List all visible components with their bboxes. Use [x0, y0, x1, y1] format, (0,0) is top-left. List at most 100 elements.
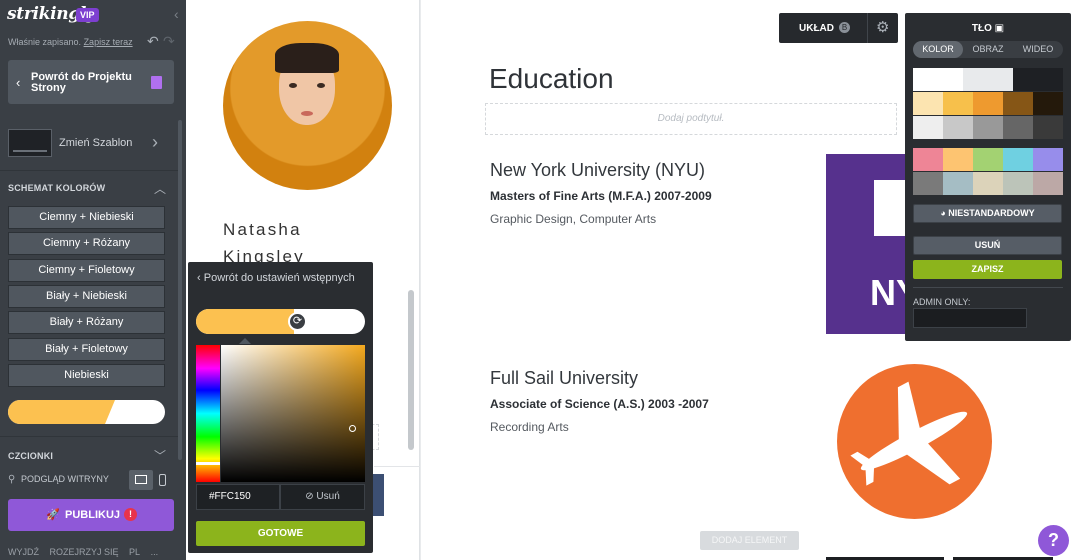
school-name[interactable]: Full Sail University: [490, 368, 709, 389]
template-thumbnail: [8, 129, 52, 157]
layout-button[interactable]: UKŁAD: [799, 23, 834, 34]
custom-color-button[interactable]: ◕ NIESTANDARDOWY: [913, 204, 1062, 223]
scheme-dark-blue[interactable]: Ciemny + Niebieski: [8, 206, 165, 229]
divider: [0, 436, 178, 437]
admin-input[interactable]: [913, 308, 1027, 328]
publish-label: PUBLIKUJ: [65, 509, 121, 521]
color-swatch[interactable]: [973, 148, 1003, 171]
color-swatch[interactable]: [913, 116, 943, 139]
image-icon: ▣: [994, 23, 1005, 34]
color-picker-handle[interactable]: [349, 425, 356, 432]
collapse-sidebar-icon[interactable]: ‹: [174, 6, 179, 22]
remove-background-button[interactable]: USUŃ: [913, 236, 1062, 255]
color-swatch[interactable]: [973, 92, 1003, 115]
pointer-notch: [239, 338, 251, 344]
desktop-preview-icon[interactable]: [129, 470, 153, 490]
scheme-white-purple[interactable]: Biały + Fioletowy: [8, 338, 165, 361]
color-swatch[interactable]: [943, 148, 973, 171]
divider: [867, 13, 868, 43]
hue-slider-handle[interactable]: [196, 462, 220, 465]
color-swatch[interactable]: [973, 116, 1003, 139]
mobile-preview-icon[interactable]: [159, 474, 166, 486]
back-to-project-button[interactable]: ‹ Powrót do Projektu Strony: [8, 60, 174, 104]
refresh-icon[interactable]: ⟳: [288, 312, 307, 331]
color-swatch[interactable]: [913, 148, 943, 171]
save-background-button[interactable]: ZAPISZ: [913, 260, 1062, 279]
tab-image[interactable]: OBRAZ: [963, 41, 1013, 58]
color-swatch[interactable]: [1013, 68, 1063, 91]
hex-input[interactable]: #FFC150: [196, 484, 280, 510]
gear-icon[interactable]: ⚙: [876, 18, 889, 36]
color-swatch[interactable]: [913, 172, 943, 195]
scheme-white-blue[interactable]: Biały + Niebieski: [8, 285, 165, 308]
color-swatch[interactable]: [1033, 92, 1063, 115]
selected-color-bar[interactable]: [196, 309, 365, 334]
alert-badge: !: [124, 508, 137, 521]
vip-badge: VIP: [76, 8, 99, 22]
tab-color[interactable]: KOLOR: [913, 41, 963, 58]
ban-icon: ⊘: [305, 491, 314, 502]
color-swatch[interactable]: [973, 172, 1003, 195]
school-name[interactable]: New York University (NYU): [490, 160, 712, 181]
subtitle-placeholder[interactable]: Dodaj podtytuł.: [485, 103, 897, 135]
sidebar-scrollbar[interactable]: [178, 120, 182, 460]
section-heading[interactable]: Education: [489, 63, 614, 95]
color-swatch[interactable]: [913, 68, 963, 91]
color-swatch[interactable]: [913, 92, 943, 115]
degree[interactable]: Associate of Science (A.S.) 2003 -2007: [490, 397, 709, 411]
background-panel-title: TŁO ▣: [971, 23, 1005, 34]
tab-video[interactable]: WIDEO: [1013, 41, 1063, 58]
undo-icon[interactable]: ↶: [147, 33, 159, 50]
change-template-button[interactable]: Zmień Szablon ›: [8, 127, 174, 161]
tour-link[interactable]: ROZEJRZYJ SIĘ: [50, 547, 119, 557]
scheme-blue[interactable]: Niebieski: [8, 364, 165, 387]
color-schemes-title[interactable]: SCHEMAT KOLORÓW: [8, 183, 105, 193]
divider: [913, 287, 1063, 288]
add-element-button[interactable]: DODAJ ELEMENT: [700, 531, 799, 550]
layout-badge: B: [839, 22, 850, 33]
color-swatch[interactable]: [1003, 116, 1033, 139]
scheme-dark-rose[interactable]: Ciemny + Różany: [8, 232, 165, 255]
done-button[interactable]: GOTOWE: [196, 521, 365, 546]
scheme-dark-purple[interactable]: Ciemny + Fioletowy: [8, 259, 165, 282]
save-now-link[interactable]: Zapisz teraz: [84, 37, 133, 47]
exit-link[interactable]: WYJDŹ: [8, 547, 39, 557]
color-swatch[interactable]: [1003, 172, 1033, 195]
education-entry: Full Sail University Associate of Scienc…: [490, 368, 709, 434]
full-sail-logo[interactable]: [837, 364, 992, 519]
background-panel: TŁO ▣ KOLOR OBRAZ WIDEO ◕ NIESTANDARDOWY…: [905, 13, 1071, 341]
redo-icon[interactable]: ↷: [163, 33, 175, 50]
color-swatch[interactable]: [1003, 148, 1033, 171]
custom-scheme-swatch[interactable]: [8, 400, 165, 424]
color-swatch[interactable]: [943, 92, 973, 115]
color-swatch[interactable]: [1033, 116, 1063, 139]
fonts-title[interactable]: CZCIONKI: [8, 451, 53, 461]
scheme-white-rose[interactable]: Biały + Różany: [8, 311, 165, 334]
back-to-presets-link[interactable]: ‹ Powrót do ustawień wstępnych: [197, 272, 367, 285]
color-swatch[interactable]: [1033, 172, 1063, 195]
airplane-icon: [850, 381, 968, 486]
profile-photo[interactable]: [223, 21, 392, 190]
color-swatch[interactable]: [1003, 92, 1033, 115]
language-link[interactable]: PL: [129, 547, 140, 557]
saturation-value-area[interactable]: [221, 345, 365, 482]
chevron-up-icon[interactable]: ︿: [154, 180, 166, 197]
color-swatch[interactable]: [963, 68, 1013, 91]
field-of-study[interactable]: Recording Arts: [490, 420, 709, 434]
color-swatch[interactable]: [1033, 148, 1063, 171]
color-swatch[interactable]: [943, 172, 973, 195]
canvas-scrollbar[interactable]: [408, 290, 414, 450]
help-button[interactable]: ?: [1038, 525, 1069, 556]
nyu-logo[interactable]: NY: [826, 154, 920, 334]
degree[interactable]: Masters of Fine Arts (M.F.A.) 2007-2009: [490, 189, 712, 203]
color-swatch[interactable]: [943, 116, 973, 139]
remove-color-button[interactable]: ⊘ Usuń: [280, 484, 365, 510]
more-icon[interactable]: ...: [151, 547, 159, 557]
search-icon: ⚲: [8, 474, 16, 485]
change-template-label: Zmień Szablon: [59, 137, 133, 149]
back-to-project-label: Powrót do Projektu Strony: [31, 71, 132, 94]
chevron-down-icon[interactable]: ﹀: [154, 447, 166, 464]
editor-sidebar: strikingly VIP ‹ Właśnie zapisano. Zapis…: [0, 0, 186, 560]
field-of-study[interactable]: Graphic Design, Computer Arts: [490, 212, 712, 226]
publish-button[interactable]: 🚀 PUBLIKUJ !: [8, 499, 174, 531]
